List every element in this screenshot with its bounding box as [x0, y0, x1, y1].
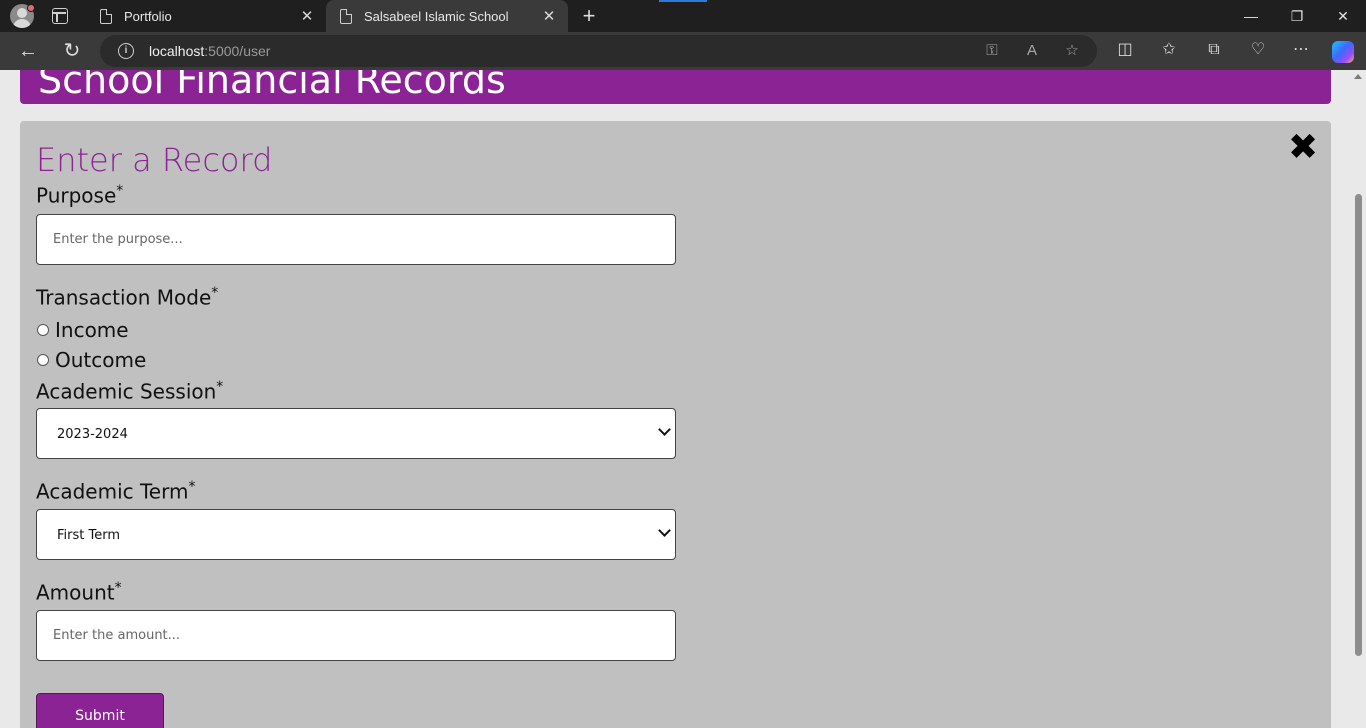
page-scrollbar[interactable] [1350, 70, 1366, 724]
scroll-up-icon[interactable] [1354, 74, 1362, 79]
page-title: School Financial Records [38, 70, 506, 102]
radio-income[interactable]: Income [36, 318, 129, 342]
page-viewport: School Financial Records ✖ Enter a Recor… [0, 70, 1366, 728]
transaction-mode-label: Transaction Mode* [36, 285, 218, 310]
address-bar[interactable]: i localhost:5000/user ⚿ A ☆ [100, 35, 1097, 67]
chevron-down-icon [658, 524, 671, 537]
academic-term-select[interactable]: First Term [36, 509, 676, 560]
academic-session-label: Academic Session* [36, 379, 223, 404]
page-icon [340, 8, 352, 24]
profile-notification-badge [27, 4, 35, 12]
academic-term-label-text: Academic Term [36, 479, 189, 504]
restore-icon[interactable]: ❐ [1274, 0, 1320, 32]
collections-icon[interactable]: ⧉ [1203, 39, 1225, 61]
page-icon [100, 8, 112, 24]
url-path: :5000/user [204, 43, 271, 59]
radio-button[interactable] [37, 324, 49, 336]
academic-session-label-text: Academic Session [36, 379, 217, 404]
close-icon[interactable]: ✖ [1288, 130, 1318, 166]
purpose-label: Purpose* [36, 183, 123, 208]
star-icon[interactable]: ☆ [1062, 41, 1082, 61]
browser-toolbar: ← ↻ i localhost:5000/user ⚿ A ☆ ◫ ✩ ⧉ ♡ … [0, 32, 1366, 70]
academic-term-label: Academic Term* [36, 479, 195, 504]
select-value: 2023-2024 [57, 427, 128, 442]
window-close-icon[interactable]: ✕ [1320, 0, 1366, 32]
copilot-icon[interactable] [1332, 41, 1354, 63]
tab-strip: Portfolio ✕ Salsabeel Islamic School ✕ +… [0, 0, 1366, 32]
url-text[interactable]: localhost:5000/user [149, 43, 270, 59]
radio-button[interactable] [37, 354, 49, 366]
amount-label-text: Amount [36, 580, 115, 605]
required-mark: * [114, 580, 122, 596]
tab-portfolio[interactable]: Portfolio ✕ [86, 0, 326, 32]
favorites-icon[interactable]: ✩ [1158, 39, 1180, 61]
read-aloud-icon[interactable]: A [1022, 41, 1042, 61]
tab-title: Portfolio [124, 8, 172, 24]
purpose-label-text: Purpose [36, 183, 117, 208]
required-mark: * [216, 379, 224, 395]
info-icon[interactable]: i [118, 43, 134, 59]
refresh-icon[interactable]: ↻ [60, 39, 84, 63]
tab-salsabeel[interactable]: Salsabeel Islamic School ✕ [326, 0, 568, 32]
radio-label: Outcome [55, 348, 147, 372]
scrollbar-thumb[interactable] [1355, 194, 1362, 656]
radio-label: Income [55, 318, 129, 342]
tab-actions-icon[interactable] [52, 8, 68, 24]
form-title: Enter a Record [36, 141, 273, 179]
close-icon[interactable]: ✕ [538, 7, 560, 25]
page-header: School Financial Records [20, 70, 1331, 104]
academic-session-select[interactable]: 2023-2024 [36, 408, 676, 459]
transaction-mode-label-text: Transaction Mode [36, 285, 212, 310]
split-screen-icon[interactable]: ◫ [1114, 39, 1136, 61]
url-host: localhost [149, 43, 205, 59]
select-value: First Term [57, 528, 121, 543]
radio-outcome[interactable]: Outcome [36, 348, 146, 372]
minimize-icon[interactable]: — [1228, 0, 1274, 32]
plus-icon[interactable]: + [578, 3, 600, 29]
more-dots-icon[interactable]: ⋯ [1290, 39, 1312, 61]
required-mark: * [188, 479, 196, 495]
amount-label: Amount* [36, 580, 122, 605]
key-icon[interactable]: ⚿ [982, 41, 1002, 61]
amount-input[interactable] [36, 610, 676, 661]
record-form-card: ✖ Enter a Record Purpose* Transaction Mo… [20, 121, 1331, 728]
tab-title: Salsabeel Islamic School [364, 8, 509, 24]
required-mark: * [211, 285, 219, 301]
submit-button[interactable]: Submit [36, 693, 164, 728]
required-mark: * [116, 183, 124, 199]
heart-pulse-icon[interactable]: ♡ [1247, 39, 1269, 61]
tab-activity-indicator [659, 0, 707, 2]
purpose-input[interactable] [36, 214, 676, 265]
close-icon[interactable]: ✕ [296, 7, 318, 25]
chevron-down-icon [658, 423, 671, 436]
back-arrow-icon[interactable]: ← [16, 39, 40, 63]
